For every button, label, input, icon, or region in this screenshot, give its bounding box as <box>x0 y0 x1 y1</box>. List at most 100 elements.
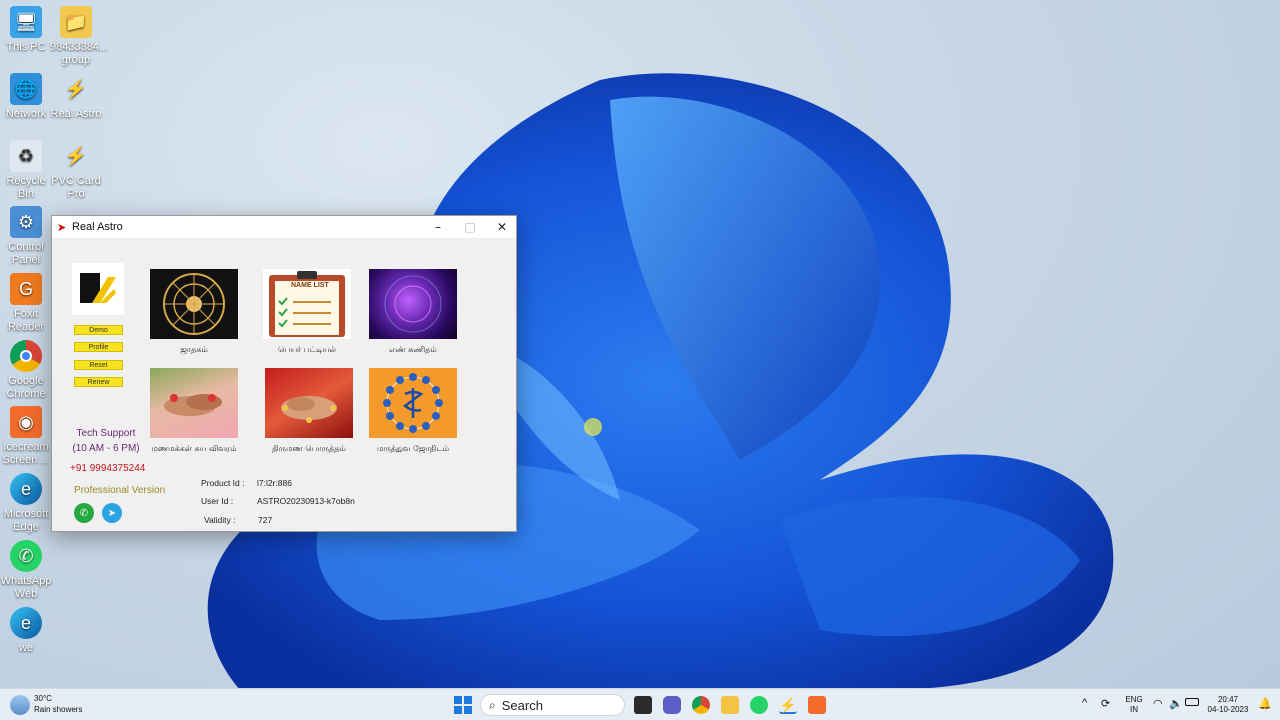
desktop-icon-label: This PC <box>6 41 46 53</box>
medical-zodiac-icon <box>383 373 443 433</box>
maximize-button[interactable]: □ <box>454 216 486 238</box>
window-title: Real Astro <box>72 221 123 233</box>
tile-marriage-matching[interactable] <box>265 368 353 438</box>
network-icon: 🌐 <box>10 73 42 105</box>
edge-icon: e <box>10 607 42 639</box>
desktop-icon-label: 98433384... group <box>50 41 109 66</box>
notification-bell-icon[interactable]: 🔔 <box>1258 697 1272 710</box>
clipboard-icon <box>269 271 345 337</box>
product-id-label: Product Id : <box>201 478 245 488</box>
company-logo <box>72 263 124 315</box>
task-view-icon[interactable] <box>634 696 652 714</box>
numerology-icon <box>384 275 442 333</box>
weather-temp: 30°C <box>34 694 52 703</box>
desktop-icon-network[interactable]: 🌐 Network <box>0 73 52 121</box>
desktop-icon-label: Foxit Reader <box>7 308 45 333</box>
chrome-icon <box>10 340 42 372</box>
user-id-value: ASTRO20230913-k7ob8n <box>257 496 355 506</box>
tile-caption: மணமக்கள் சுய விவரம் <box>151 444 237 453</box>
wifi-icon[interactable]: ◠ <box>1153 697 1163 710</box>
region-code: IN <box>1130 705 1138 714</box>
tray-chevron-icon[interactable]: ^ <box>1082 697 1087 709</box>
start-button[interactable] <box>454 696 472 714</box>
monitor-icon: 🖥 <box>10 6 42 38</box>
desktop-icon-whatsapp[interactable]: ✆ WhatsApp Web <box>0 540 52 601</box>
desktop-icon-label: PVC Card Pro <box>51 175 101 200</box>
desktop-icon-folder[interactable]: 📁 98433384... group <box>50 6 108 67</box>
icecream-taskbar-icon[interactable] <box>808 696 826 714</box>
pvc-card-icon: ⚡ <box>64 145 88 166</box>
tile-bride-groom-profile[interactable] <box>150 368 238 438</box>
desktop-icon-foxit[interactable]: G Foxit Reader <box>0 273 52 334</box>
zodiac-wheel-icon <box>163 273 225 335</box>
real-astro-taskbar-icon[interactable]: ⚡ <box>779 696 797 714</box>
sync-icon[interactable]: ⟳ <box>1101 697 1110 710</box>
desktop-icon-icecream[interactable]: ◉ Icecream Screen ... <box>0 406 52 467</box>
telegram-icon[interactable]: ➤ <box>102 503 122 523</box>
volume-icon[interactable]: 🔈 <box>1169 697 1183 710</box>
demo-button[interactable]: Demo <box>74 325 123 335</box>
weather-desc: Rain showers <box>34 705 83 714</box>
tile-caption: ஜாதகம் <box>180 345 208 354</box>
desktop-icon-real-astro[interactable]: ⚡ Real Astro <box>50 73 102 121</box>
weather-icon[interactable] <box>10 695 30 715</box>
minimize-button[interactable]: – <box>422 216 454 238</box>
whatsapp-icon: ✆ <box>10 540 42 572</box>
search-label: Search <box>501 697 543 713</box>
desktop-icon-control-panel[interactable]: ⚙ Control Panel <box>0 206 52 267</box>
clock-date: 04-10-2023 <box>1207 705 1249 714</box>
clipboard-heading: NAME LIST <box>291 282 329 289</box>
product-id-value: l7:l2r:886 <box>257 478 292 488</box>
real-astro-icon: ⚡ <box>64 78 88 99</box>
logo-mark-icon <box>80 273 116 303</box>
desktop-icon-chrome[interactable]: Google Chrome <box>0 340 52 401</box>
profile-button[interactable]: Profile <box>74 342 123 352</box>
reset-button[interactable]: Reset <box>74 360 123 370</box>
version-label: Professional Version <box>74 485 166 496</box>
validity-value: 727 <box>258 515 273 525</box>
desktop-icon-label: we <box>18 642 34 654</box>
tech-support-label: Tech Support <box>76 428 136 439</box>
clock[interactable]: 20:47 04-10-2023 <box>1204 695 1252 715</box>
joined-hands-icon <box>164 394 222 416</box>
close-button[interactable]: ✕ <box>486 216 518 238</box>
taskbar-search[interactable]: ⌕ Search <box>480 694 625 716</box>
chrome-taskbar-icon[interactable] <box>692 696 710 714</box>
search-icon: ⌕ <box>489 697 496 712</box>
clock-time: 20:47 <box>1217 695 1239 704</box>
language-indicator[interactable]: ENG IN <box>1124 695 1144 715</box>
desktop-icon-label: WhatsApp Web <box>0 575 52 600</box>
tile-numerology[interactable] <box>369 269 457 339</box>
desktop-icon-label: Real Astro <box>50 108 102 120</box>
desktop-icon-we[interactable]: e we <box>0 607 52 655</box>
tile-caption: மருத்துவ ஜோதிடம் <box>376 444 450 453</box>
battery-icon[interactable] <box>1185 698 1199 706</box>
tile-name-list[interactable]: NAME LIST <box>263 269 351 339</box>
edge-icon: e <box>10 473 42 505</box>
window-client: Demo Profile Reset Renew ஜாதகம் NAME LIS… <box>52 238 516 531</box>
desktop-icon-label: Google Chrome <box>6 375 46 400</box>
renew-button[interactable]: Renew <box>74 377 123 387</box>
desktop-icon-edge[interactable]: e Microsoft Edge <box>0 473 52 534</box>
tech-support-hours: (10 AM - 6 PM) <box>72 443 140 454</box>
tile-jathagam[interactable] <box>150 269 238 339</box>
desktop-icon-recycle-bin[interactable]: ♻ Recycle Bin <box>0 140 52 201</box>
tile-medical-astrology[interactable] <box>369 368 457 438</box>
desktop-icon-label: Icecream Screen ... <box>2 441 50 466</box>
validity-label: Validity : <box>204 515 236 525</box>
control-panel-icon: ⚙ <box>10 206 42 238</box>
file-explorer-icon[interactable] <box>721 696 739 714</box>
taskbar: 30°C Rain showers ⌕ Search ⚡ ^ ⟳ ENG IN … <box>0 688 1280 720</box>
wedding-hands-icon <box>281 396 337 423</box>
desktop-icon-this-pc[interactable]: 🖥 This PC <box>0 6 52 54</box>
desktop-icon-label: Control Panel <box>8 241 44 266</box>
desktop-icon-label: Microsoft Edge <box>3 508 49 533</box>
desktop-icon-label: Network <box>5 108 47 120</box>
language-code: ENG <box>1125 695 1143 704</box>
mouse-cursor-highlight <box>584 418 602 436</box>
desktop-icon-pvc-card[interactable]: ⚡ PVC Card Pro <box>50 140 102 201</box>
tile-caption: பெயர் பட்டியல் <box>278 345 336 354</box>
teams-icon[interactable] <box>663 696 681 714</box>
whatsapp-taskbar-icon[interactable] <box>750 696 768 714</box>
whatsapp-icon[interactable]: ✆ <box>74 503 94 523</box>
